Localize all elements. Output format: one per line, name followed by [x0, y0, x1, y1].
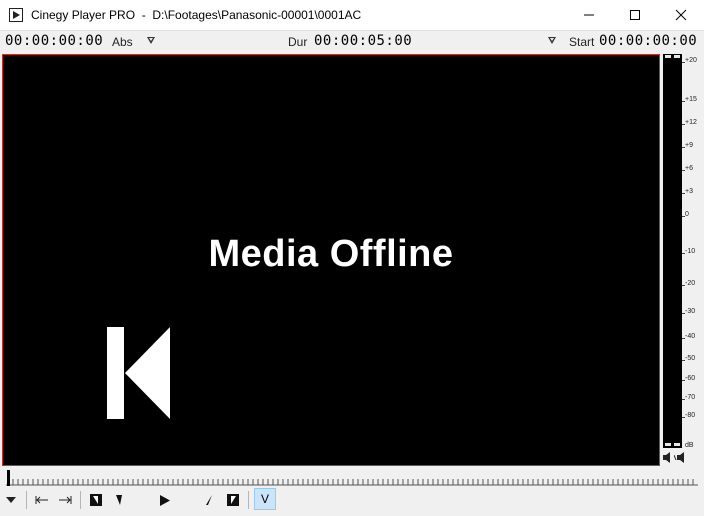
- go-to-in-icon: [90, 494, 102, 506]
- step-back-button[interactable]: [114, 490, 124, 510]
- close-button[interactable]: [658, 0, 704, 30]
- app-icon[interactable]: [9, 8, 23, 22]
- meter-tick: [682, 285, 685, 286]
- meter-scale-label: -20: [685, 280, 696, 287]
- go-to-in-button[interactable]: [89, 490, 103, 510]
- step-back-icon: [116, 495, 122, 505]
- separator: [26, 491, 27, 509]
- start-label: Start: [569, 35, 595, 49]
- meter-unit-label: dB: [685, 442, 694, 449]
- play-button[interactable]: [158, 490, 172, 510]
- go-to-out-icon: [227, 494, 239, 506]
- meter-tick: [682, 313, 685, 314]
- meter-tick: [682, 62, 685, 63]
- meter-tick: [682, 170, 685, 171]
- meter-tick: [682, 193, 685, 194]
- meter-floor-right: [674, 443, 680, 446]
- separator: [248, 491, 249, 509]
- meter-tick: [682, 399, 685, 400]
- meter-tick: [682, 417, 685, 418]
- skip-to-start-icon: [107, 327, 170, 419]
- meter-floor-left: [665, 443, 671, 446]
- mark-in-button[interactable]: [34, 490, 50, 510]
- speaker-left-icon[interactable]: [663, 452, 673, 463]
- mark-in-icon: [35, 496, 48, 504]
- meter-tick: [682, 216, 685, 217]
- meter-scale-label: +3: [685, 188, 693, 195]
- maximize-button[interactable]: [612, 0, 658, 30]
- duration-label: Dur: [288, 35, 308, 49]
- meter-tick: [682, 338, 685, 339]
- meter-scale-label: -70: [685, 394, 696, 401]
- step-forward-icon: [206, 495, 212, 505]
- step-forward-button[interactable]: [204, 490, 214, 510]
- meter-scale-label: -50: [685, 355, 696, 362]
- duration-timecode[interactable]: 00:00:05:00: [314, 33, 412, 49]
- media-offline-text: Media Offline: [208, 233, 454, 275]
- go-to-out-button[interactable]: [226, 490, 240, 510]
- meter-tick: [682, 380, 685, 381]
- separator: [80, 491, 81, 509]
- meter-scale-label: +20: [685, 57, 697, 64]
- timecode-mode-label[interactable]: Abs: [112, 35, 133, 49]
- menu-dropdown-button[interactable]: [4, 490, 18, 510]
- meter-scale-label: -40: [685, 333, 696, 340]
- mark-out-button[interactable]: [57, 490, 73, 510]
- minimize-button[interactable]: [566, 0, 612, 30]
- peak-indicator-right: [674, 55, 680, 58]
- start-dropdown-icon[interactable]: [548, 37, 556, 44]
- meter-scale-label: +6: [685, 165, 693, 172]
- meter-tick: [682, 360, 685, 361]
- meter-scale-label: 0: [685, 211, 689, 218]
- maximize-icon: [630, 10, 640, 20]
- minimize-icon: [584, 14, 594, 16]
- meter-scale-label: +12: [685, 119, 697, 126]
- peak-indicator-left: [665, 55, 671, 58]
- start-timecode[interactable]: 00:00:00:00: [599, 33, 697, 49]
- close-icon: [675, 9, 687, 21]
- mode-dropdown-icon[interactable]: [147, 37, 155, 44]
- meter-scale-label: -30: [685, 308, 696, 315]
- current-timecode[interactable]: 00:00:00:00: [5, 33, 103, 49]
- video-viewport[interactable]: Media Offline: [2, 54, 660, 466]
- mark-out-icon: [59, 496, 72, 504]
- window-title: Cinegy Player PRO - D:\Footages\Panasoni…: [31, 8, 362, 22]
- meter-tick: [682, 253, 685, 254]
- meter-tick: [682, 101, 685, 102]
- meter-scale-label: +9: [685, 142, 693, 149]
- meter-scale-label: +15: [685, 96, 697, 103]
- speaker-right-icon[interactable]: [674, 452, 684, 463]
- meter-scale-label: -60: [685, 375, 696, 382]
- title-bar[interactable]: Cinegy Player PRO - D:\Footages\Panasoni…: [0, 0, 704, 31]
- audio-meter: [663, 54, 682, 448]
- menu-dropdown-icon: [6, 497, 16, 503]
- timeline-scrubber[interactable]: [6, 476, 698, 486]
- meter-scale-label: -10: [685, 248, 696, 255]
- meter-tick: [682, 124, 685, 125]
- playhead-handle[interactable]: [7, 470, 10, 486]
- play-icon: [160, 494, 170, 506]
- meter-scale-label: -80: [685, 412, 696, 419]
- meter-tick: [682, 147, 685, 148]
- video-toggle-button[interactable]: V: [254, 488, 276, 510]
